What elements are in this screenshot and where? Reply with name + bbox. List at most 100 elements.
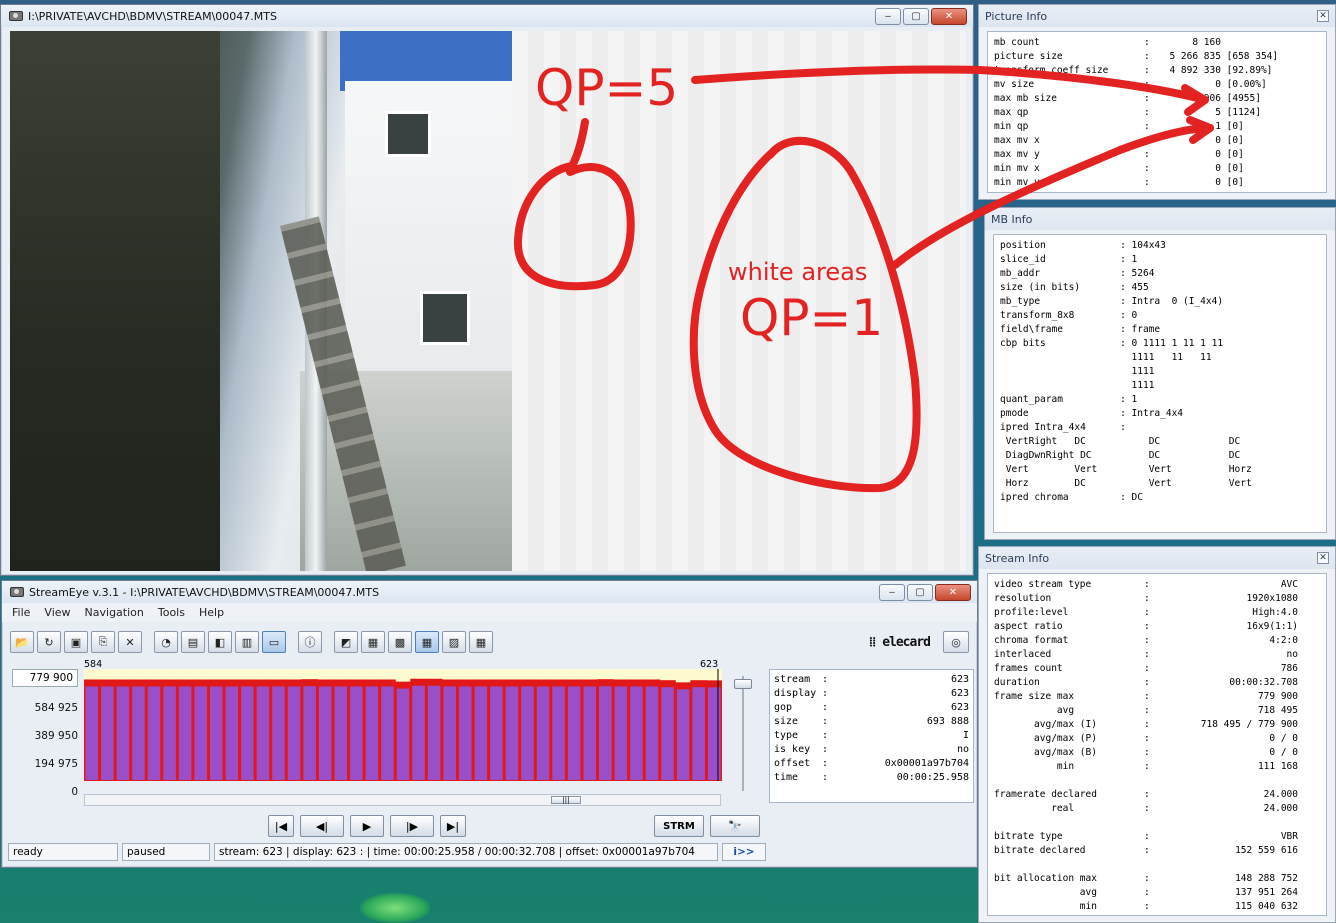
close-icon[interactable]: ✕	[1317, 10, 1329, 22]
row-value: 24.000	[1263, 803, 1298, 814]
chart-bar[interactable]	[130, 679, 147, 781]
row-value: no	[956, 744, 969, 755]
minimize-button[interactable]: ‒	[879, 583, 905, 601]
chart-bar[interactable]	[394, 681, 412, 781]
chart-bar[interactable]	[674, 682, 692, 781]
window-icon[interactable]: ◧	[208, 631, 232, 653]
streameye-titlebar[interactable]: StreamEye v.3.1 - I:\PRIVATE\AVCHD\BDMV\…	[2, 581, 977, 603]
horizontal-scrollbar[interactable]: |||	[84, 794, 721, 806]
menu-tools[interactable]: Tools	[158, 606, 185, 619]
grid-fine-icon[interactable]: ▦	[361, 631, 385, 653]
maximize-button[interactable]: ▢	[903, 7, 929, 25]
chart-bar[interactable]	[316, 679, 334, 781]
chart-bar[interactable]	[581, 679, 599, 781]
close-button[interactable]: ✕	[935, 583, 971, 601]
grid-coarse-icon[interactable]: ▦	[469, 631, 493, 653]
chart-bar[interactable]	[503, 679, 521, 781]
chart-bar[interactable]	[410, 678, 427, 781]
chart-bar[interactable]	[270, 679, 287, 781]
close-stream-icon[interactable]: ✕	[118, 631, 142, 653]
chart-bar[interactable]	[519, 679, 536, 781]
chart-bar[interactable]	[659, 680, 676, 781]
chart-bar[interactable]	[301, 679, 318, 781]
chart-bar[interactable]	[441, 679, 458, 781]
binoculars-icon[interactable]: 🔭	[710, 815, 760, 837]
frames-view-icon[interactable]: ▤	[181, 631, 205, 653]
chart-bar[interactable]	[332, 679, 350, 781]
last-frame-button[interactable]: ▶|	[440, 815, 466, 837]
zoom-slider[interactable]	[732, 671, 754, 796]
previous-frame-button[interactable]: ◀|	[300, 815, 344, 837]
strm-button[interactable]: STRM	[654, 815, 704, 837]
next-frame-button[interactable]: |▶	[390, 815, 434, 837]
close-icon[interactable]: ✕	[1317, 552, 1329, 564]
chart-bar[interactable]	[363, 679, 381, 781]
maximize-button[interactable]: ▢	[907, 583, 933, 601]
chart-bar[interactable]	[223, 679, 241, 781]
row-value: 0 [0.00%]	[1158, 79, 1267, 90]
chart-bar[interactable]	[285, 679, 303, 781]
chart-bar[interactable]	[534, 679, 552, 781]
chart-bar[interactable]	[254, 679, 272, 781]
save-icon[interactable]: ▣	[64, 631, 88, 653]
chart-bar[interactable]	[161, 679, 178, 781]
chart-bar[interactable]	[114, 679, 132, 781]
chart-bar[interactable]	[145, 679, 163, 781]
chart-bar-cap	[146, 680, 162, 687]
frame-size-chart[interactable]: 584 623 779 900 584 925 389 950 194 975 …	[10, 659, 722, 798]
chart-bar[interactable]	[643, 679, 661, 781]
chart-bar[interactable]	[612, 679, 630, 781]
chart-bar[interactable]	[456, 679, 474, 781]
close-button[interactable]: ✕	[931, 7, 967, 25]
chart-bar[interactable]	[425, 678, 443, 781]
export-icon[interactable]: ⎘	[91, 631, 115, 653]
chart-bar[interactable]	[379, 679, 396, 781]
chart-bar[interactable]	[628, 679, 645, 781]
chart-bar[interactable]	[84, 679, 101, 781]
chart-bar[interactable]	[705, 680, 722, 781]
folder-view-icon[interactable]: ▭	[262, 631, 286, 653]
menu-navigation[interactable]: Navigation	[85, 606, 144, 619]
go-button[interactable]: i>>	[722, 843, 766, 861]
chart-bar[interactable]	[690, 680, 707, 781]
grid-overlay-icon[interactable]: ▩	[388, 631, 412, 653]
first-frame-button[interactable]: |◀	[268, 815, 294, 837]
chart-bar[interactable]	[99, 679, 116, 781]
chart-icon[interactable]: ▥	[235, 631, 259, 653]
chart-bar[interactable]	[565, 679, 583, 781]
viewer-titlebar[interactable]: I:\PRIVATE\AVCHD\BDMV\STREAM\00047.MTS ‒…	[1, 5, 973, 27]
row-value: 0x00001a97b704	[884, 758, 969, 769]
stream-info-row: bitrate declared:152 559 616	[994, 845, 1298, 856]
menu-view[interactable]: View	[44, 606, 70, 619]
grid-qp-icon[interactable]: ▨	[442, 631, 466, 653]
scrollbar-thumb[interactable]: |||	[551, 796, 581, 804]
filter-icon[interactable]: ◔	[154, 631, 178, 653]
frame-info-row: display:623	[774, 688, 969, 699]
chart-bar[interactable]	[550, 679, 567, 781]
menu-help[interactable]: Help	[199, 606, 224, 619]
reload-icon[interactable]: ↻	[37, 631, 61, 653]
video-frame[interactable]	[10, 31, 966, 571]
chart-bar[interactable]	[239, 679, 256, 781]
open-folder-icon[interactable]: 📂	[10, 631, 34, 653]
chart-bar[interactable]	[348, 679, 365, 781]
chart-bar[interactable]	[207, 679, 225, 781]
stream-info-row: frame size max:779 900	[994, 691, 1298, 702]
capture-icon[interactable]: ◎	[943, 631, 969, 653]
row-value: 8 160	[1158, 37, 1221, 48]
layout-1-icon[interactable]: ◩	[334, 631, 358, 653]
minimize-button[interactable]: ‒	[875, 7, 901, 25]
grid-mb-icon[interactable]: ▦	[415, 631, 439, 653]
chart-bar[interactable]	[597, 679, 614, 781]
menu-file[interactable]: File	[12, 606, 30, 619]
chart-bar[interactable]	[176, 679, 194, 781]
zoom-slider-thumb[interactable]	[734, 679, 752, 689]
play-button[interactable]: ▶	[350, 815, 384, 837]
chart-plot[interactable]	[84, 669, 722, 781]
chart-bar[interactable]	[488, 679, 505, 781]
y-max-input[interactable]: 779 900	[12, 669, 78, 687]
chart-bar[interactable]	[192, 679, 209, 781]
row-key: time	[774, 772, 799, 783]
info-icon[interactable]: ⓘ	[298, 631, 322, 653]
chart-bar[interactable]	[472, 679, 490, 781]
